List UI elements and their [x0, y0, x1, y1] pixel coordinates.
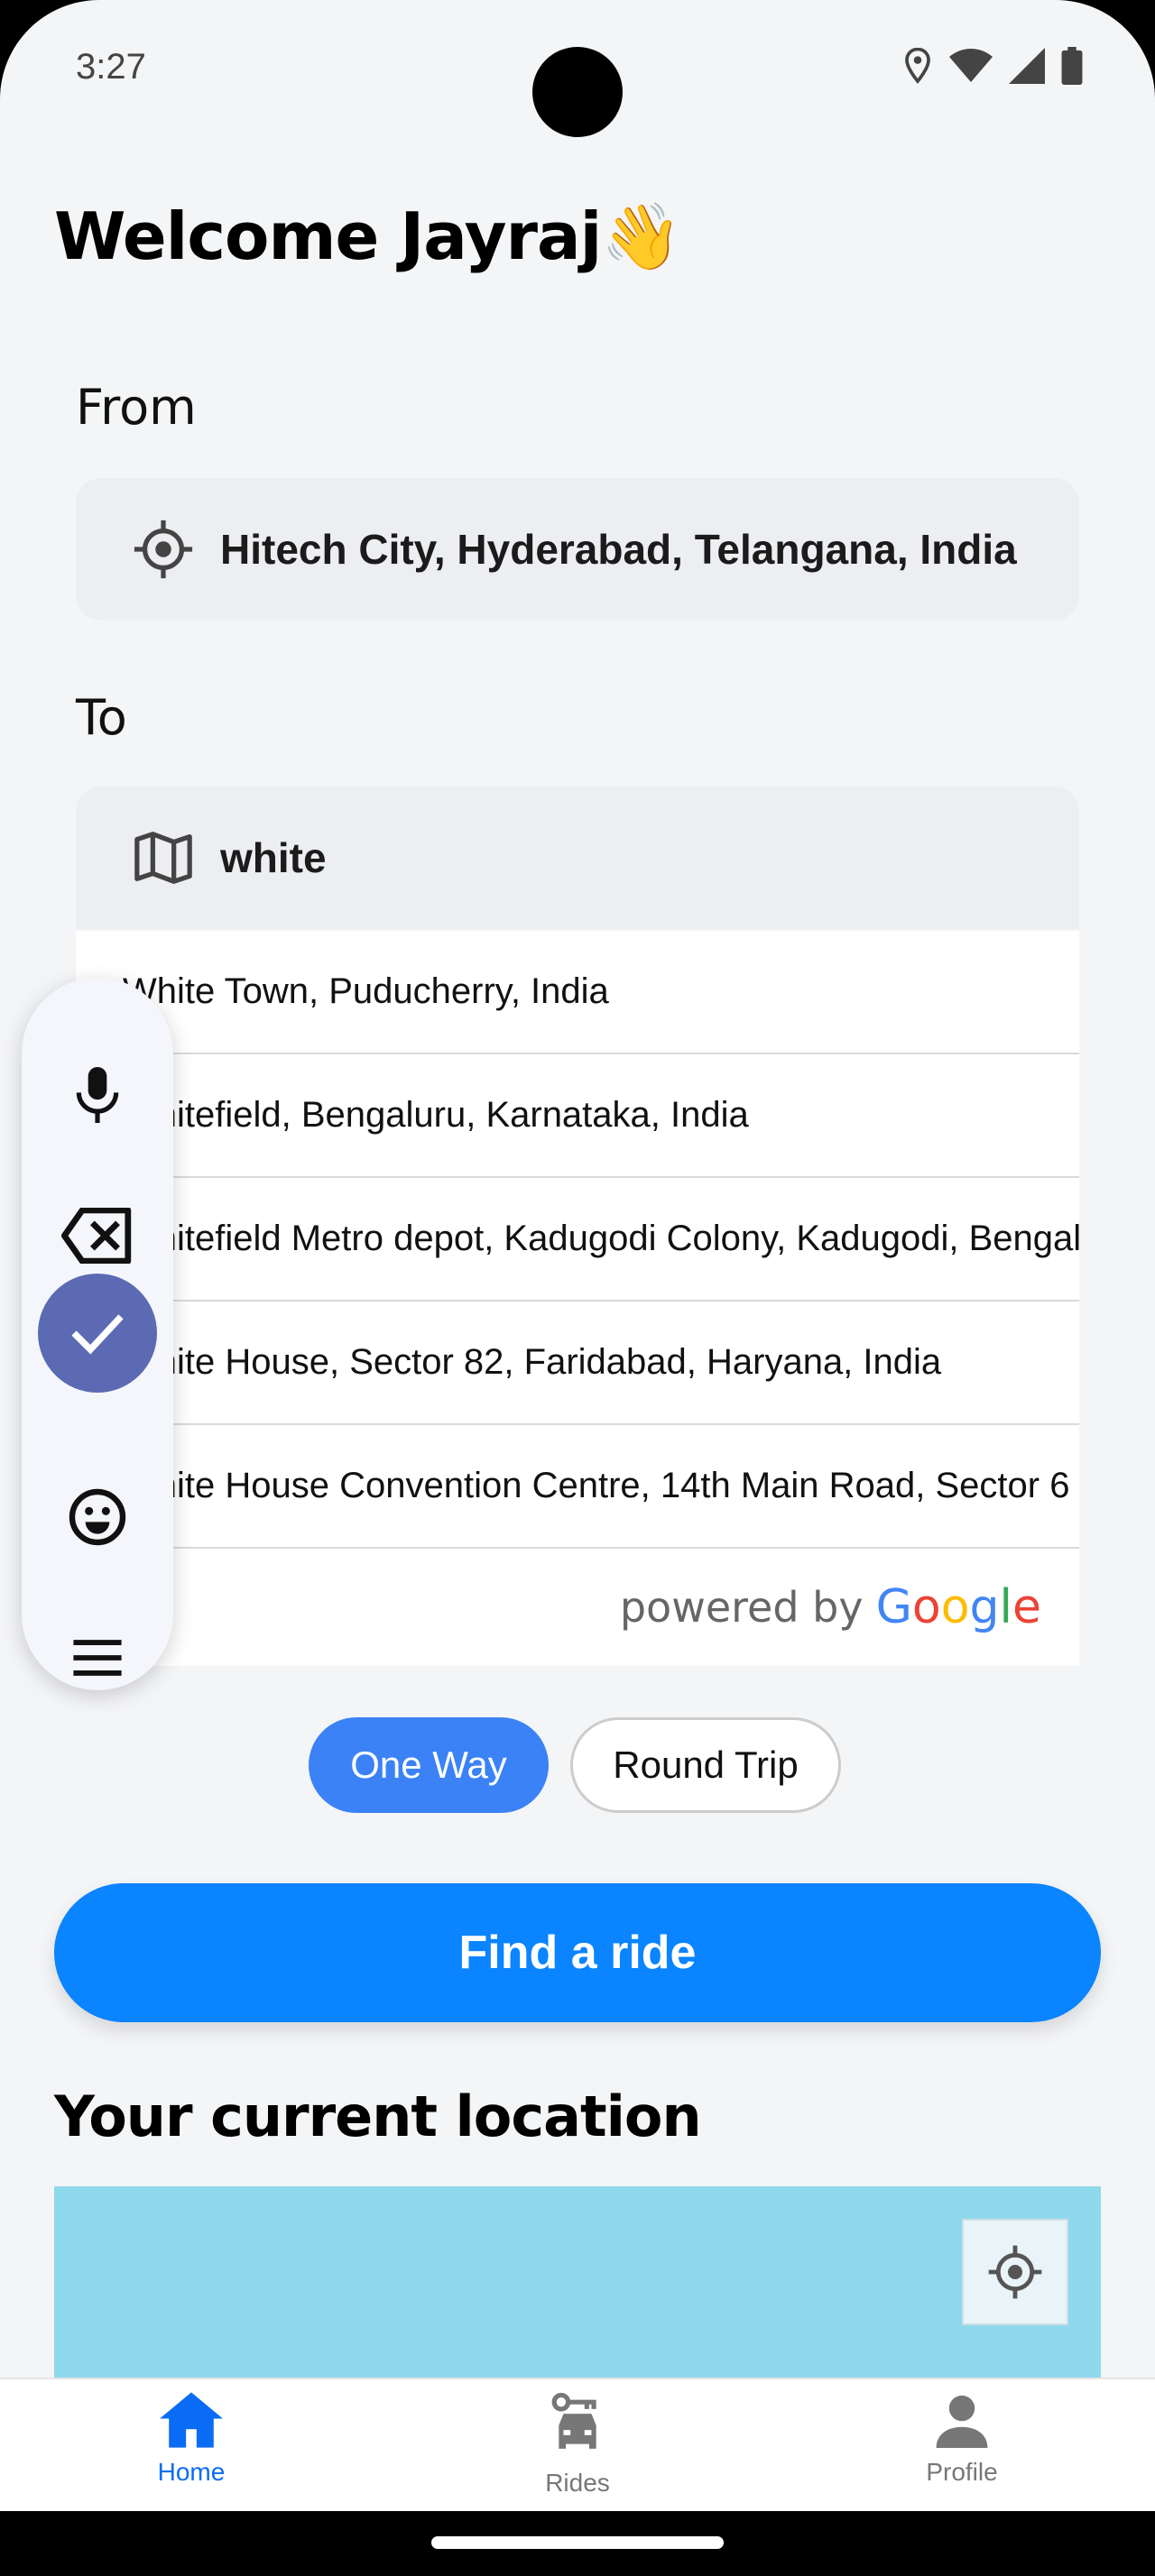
place-suggestions: White Town, Puducherry, India Whitefield…	[76, 931, 1079, 1666]
to-field[interactable]: white	[76, 787, 1079, 929]
wifi-icon	[949, 49, 993, 82]
location-icon	[905, 48, 930, 84]
suggestion-item[interactable]: White House, Sector 82, Faridabad, Harya…	[76, 1302, 1079, 1425]
find-ride-button[interactable]: Find a ride	[54, 1883, 1101, 2022]
nav-profile-label: Profile	[926, 2458, 998, 2486]
suggestion-item[interactable]: Whitefield, Bengaluru, Karnataka, India	[76, 1054, 1079, 1178]
check-icon	[71, 1314, 124, 1355]
from-field[interactable]: Hitech City, Hyderabad, Telangana, India	[76, 478, 1079, 621]
nav-home-label: Home	[157, 2458, 226, 2486]
person-icon	[936, 2395, 988, 2448]
app-screen: 3:27 Welcome Jayraj👋 From Hitech City, H…	[0, 0, 1155, 2511]
keyboard-menu-button[interactable]	[52, 1613, 143, 1703]
from-value: Hitech City, Hyderabad, Telangana, India	[220, 526, 1017, 573]
bottom-navigation: Home Rides Profile	[0, 2378, 1155, 2511]
backspace-button[interactable]	[52, 1191, 143, 1281]
status-icons	[902, 47, 1083, 85]
nav-profile[interactable]: Profile	[863, 2392, 1061, 2487]
status-time: 3:27	[76, 47, 146, 87]
smiley-icon	[69, 1488, 126, 1546]
to-label: To	[76, 689, 127, 746]
from-label: From	[76, 379, 197, 436]
current-location-title: Your current location	[54, 2084, 702, 2149]
current-location-map[interactable]	[54, 2186, 1101, 2385]
signal-icon	[1009, 48, 1045, 84]
voice-input-button[interactable]	[52, 1050, 143, 1140]
nav-rides-label: Rides	[545, 2469, 610, 2497]
menu-icon	[73, 1640, 122, 1676]
map-icon	[132, 826, 195, 894]
car-key-icon	[551, 2392, 596, 2449]
nav-home[interactable]: Home	[92, 2392, 291, 2487]
home-icon	[160, 2392, 223, 2448]
google-logo: Google	[875, 1580, 1041, 1634]
crosshair-icon	[988, 2245, 1042, 2299]
suggestion-item[interactable]: White Town, Puducherry, India	[76, 931, 1079, 1054]
emoji-button[interactable]	[52, 1472, 143, 1562]
powered-by-google: powered by Google	[76, 1549, 1079, 1666]
powered-by-text: powered by	[619, 1583, 864, 1632]
microphone-icon	[76, 1067, 119, 1123]
suggestion-item[interactable]: Whitefield Metro depot, Kadugodi Colony,…	[76, 1178, 1079, 1302]
suggestion-item[interactable]: White House Convention Centre, 14th Main…	[76, 1425, 1079, 1549]
round-trip-chip[interactable]: Round Trip	[570, 1717, 841, 1813]
gesture-handle[interactable]	[431, 2536, 724, 2549]
status-bar: 3:27	[0, 0, 1155, 137]
backspace-icon	[61, 1208, 132, 1264]
to-value: white	[220, 834, 327, 881]
gps-target-icon	[132, 518, 195, 585]
welcome-title: Welcome Jayraj👋	[54, 198, 682, 274]
one-way-chip[interactable]: One Way	[309, 1717, 549, 1813]
nav-rides[interactable]: Rides	[478, 2392, 677, 2498]
my-location-button[interactable]	[962, 2219, 1068, 2325]
keyboard-toolbar	[22, 978, 173, 1690]
trip-type-selector: One Way Round Trip	[309, 1717, 841, 1813]
battery-icon	[1061, 47, 1083, 85]
confirm-button[interactable]	[38, 1274, 157, 1393]
camera-cutout	[532, 47, 623, 137]
